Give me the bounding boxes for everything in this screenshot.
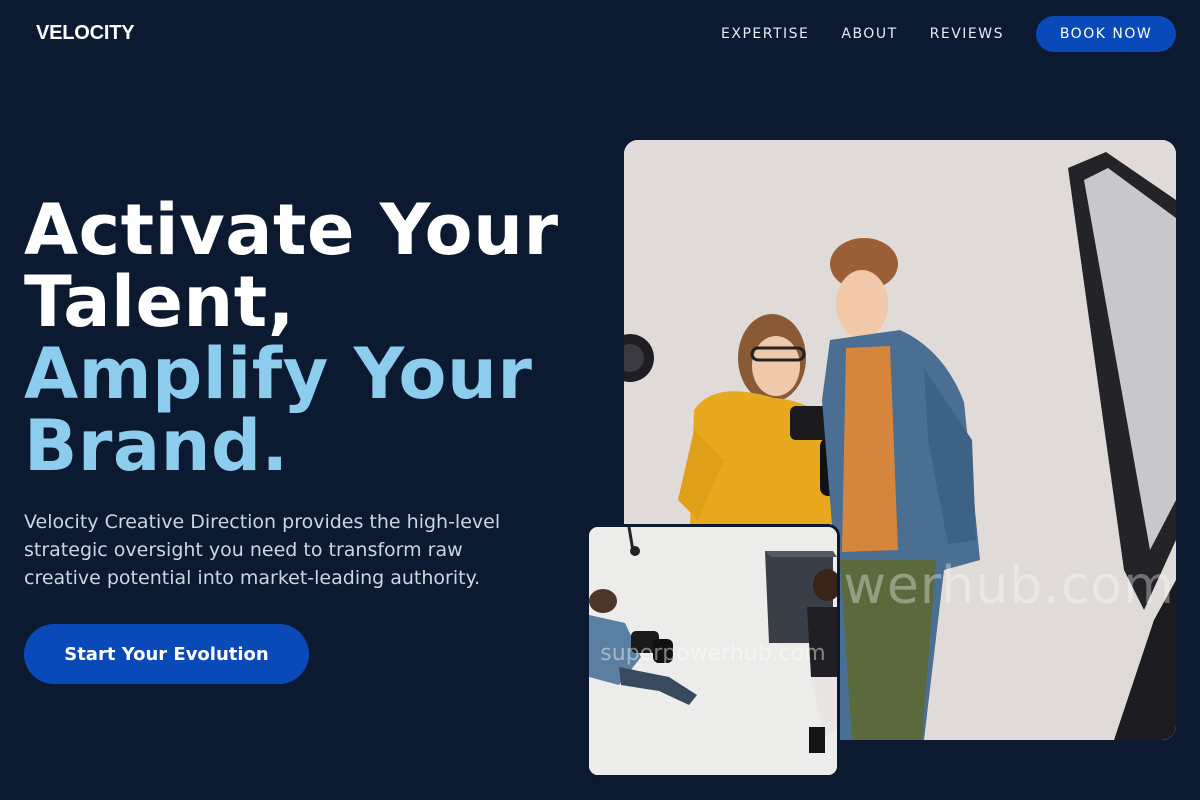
book-now-button[interactable]: BOOK NOW (1036, 16, 1176, 52)
nav-link-reviews[interactable]: REVIEWS (930, 26, 1004, 42)
start-evolution-button[interactable]: Start Your Evolution (24, 624, 309, 684)
hero-photo-overlay: superpowerhub.com (586, 524, 840, 778)
headline-accent-line-1: Amplify Your (24, 333, 533, 415)
overlay-watermark: superpowerhub.com (600, 641, 826, 666)
headline-line-1: Activate Your (24, 189, 559, 271)
brand-logo[interactable]: VELOCITY (36, 22, 135, 45)
main-nav: EXPERTISE ABOUT REVIEWS BOOK NOW (721, 16, 1176, 52)
nav-link-expertise[interactable]: EXPERTISE (721, 26, 809, 42)
site-header: VELOCITY EXPERTISE ABOUT REVIEWS BOOK NO… (0, 0, 1200, 68)
landing-page: VELOCITY EXPERTISE ABOUT REVIEWS BOOK NO… (0, 0, 1200, 800)
headline-line-2: Talent, (24, 261, 295, 343)
nav-link-about[interactable]: ABOUT (841, 26, 897, 42)
headline-accent-line-2: Brand. (24, 405, 289, 487)
hero-description: Velocity Creative Direction provides the… (24, 511, 501, 589)
hero-headline: Activate Your Talent, Amplify Your Brand… (24, 194, 604, 482)
